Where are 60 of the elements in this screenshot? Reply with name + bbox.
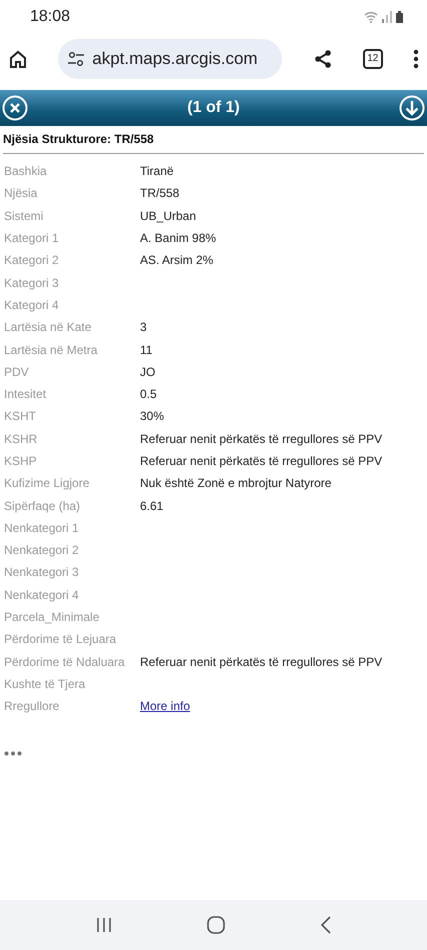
field-label: PDV	[3, 364, 30, 381]
field-label: Lartësia në Metra	[3, 342, 98, 359]
field-value: UB_Urban	[140, 208, 196, 225]
field-label: Nenkategori 2	[3, 542, 80, 560]
recents-icon[interactable]	[96, 917, 112, 933]
field-label: Sistemi	[3, 208, 44, 225]
field-label: KSHP	[3, 453, 38, 470]
menu-icon[interactable]	[413, 49, 419, 69]
field-label: KSHR	[3, 430, 38, 448]
field-label: Përdorime të Lejuara	[3, 631, 118, 648]
field-label: Intesitet	[3, 386, 48, 404]
field-label: Njësia	[3, 185, 38, 202]
home-button-icon[interactable]	[206, 916, 224, 934]
url-text: akpt.maps.arcgis.com	[92, 48, 258, 70]
address-bar[interactable]: akpt.maps.arcgis.com	[58, 39, 282, 79]
field-value: Referuar nenit përkatës të rregullores së PPV	[140, 430, 382, 448]
close-icon[interactable]	[2, 95, 28, 121]
field-value: A. Banim 98%	[140, 230, 216, 248]
field-label: Kushte të Tjera	[3, 676, 86, 693]
field-value: Referuar nenit përkatës të rregullores së PPV	[140, 654, 382, 671]
more-info-link[interactable]: More info	[140, 697, 190, 716]
field-label: Kategori 2	[3, 252, 60, 270]
site-settings-icon[interactable]	[68, 52, 84, 66]
battery-icon	[396, 11, 403, 23]
field-value: TR/558	[140, 185, 180, 202]
field-label: Lartësia në Kate	[3, 319, 92, 336]
field-label: Nenkategori 3	[3, 564, 80, 582]
field-label: Kategori 1	[3, 230, 60, 248]
clock: 18:08	[30, 7, 70, 27]
field-label: Kufizime Ligjore	[3, 475, 90, 492]
popup-title: Njësia Strukturore: TR/558	[2, 131, 155, 148]
field-value: 11	[140, 342, 152, 359]
home-icon[interactable]	[8, 49, 28, 69]
share-icon[interactable]	[312, 49, 332, 69]
arrow-down-icon[interactable]	[398, 95, 425, 121]
field-label: Rregullore	[3, 698, 60, 716]
field-value: Tiranë	[140, 163, 174, 180]
field-value: Referuar nenit përkatës të rregullores së PPV	[140, 453, 382, 470]
signal-icon	[382, 11, 392, 23]
field-value: 30%	[140, 408, 164, 426]
back-icon[interactable]	[320, 916, 332, 934]
field-label: KSHT	[3, 408, 38, 426]
tab-count-button[interactable]: 12	[362, 49, 383, 69]
wifi-icon	[364, 11, 378, 23]
field-label: Nenkategori 1	[3, 520, 80, 537]
field-label: Kategori 3	[3, 274, 60, 292]
popup-counter: (1 of 1)	[187, 98, 240, 118]
field-label: Bashkia	[3, 163, 48, 180]
more-icon[interactable]	[4, 750, 22, 756]
field-value: 6.61	[140, 498, 164, 515]
field-label: Kategori 4	[3, 296, 60, 314]
field-label: Parcela_Minimale	[3, 609, 100, 626]
field-value: 0.5	[140, 386, 157, 404]
field-value: JO	[140, 364, 156, 381]
field-value: Nuk është Zonë e mbrojtur Natyrore	[140, 475, 332, 492]
field-value: 3	[140, 319, 147, 336]
field-label: Nenkategori 4	[3, 586, 80, 604]
field-label: Përdorime të Ndaluara	[3, 654, 126, 671]
field-value: AS. Arsim 2%	[140, 252, 214, 270]
field-label: Sipërfaqe (ha)	[3, 498, 82, 515]
